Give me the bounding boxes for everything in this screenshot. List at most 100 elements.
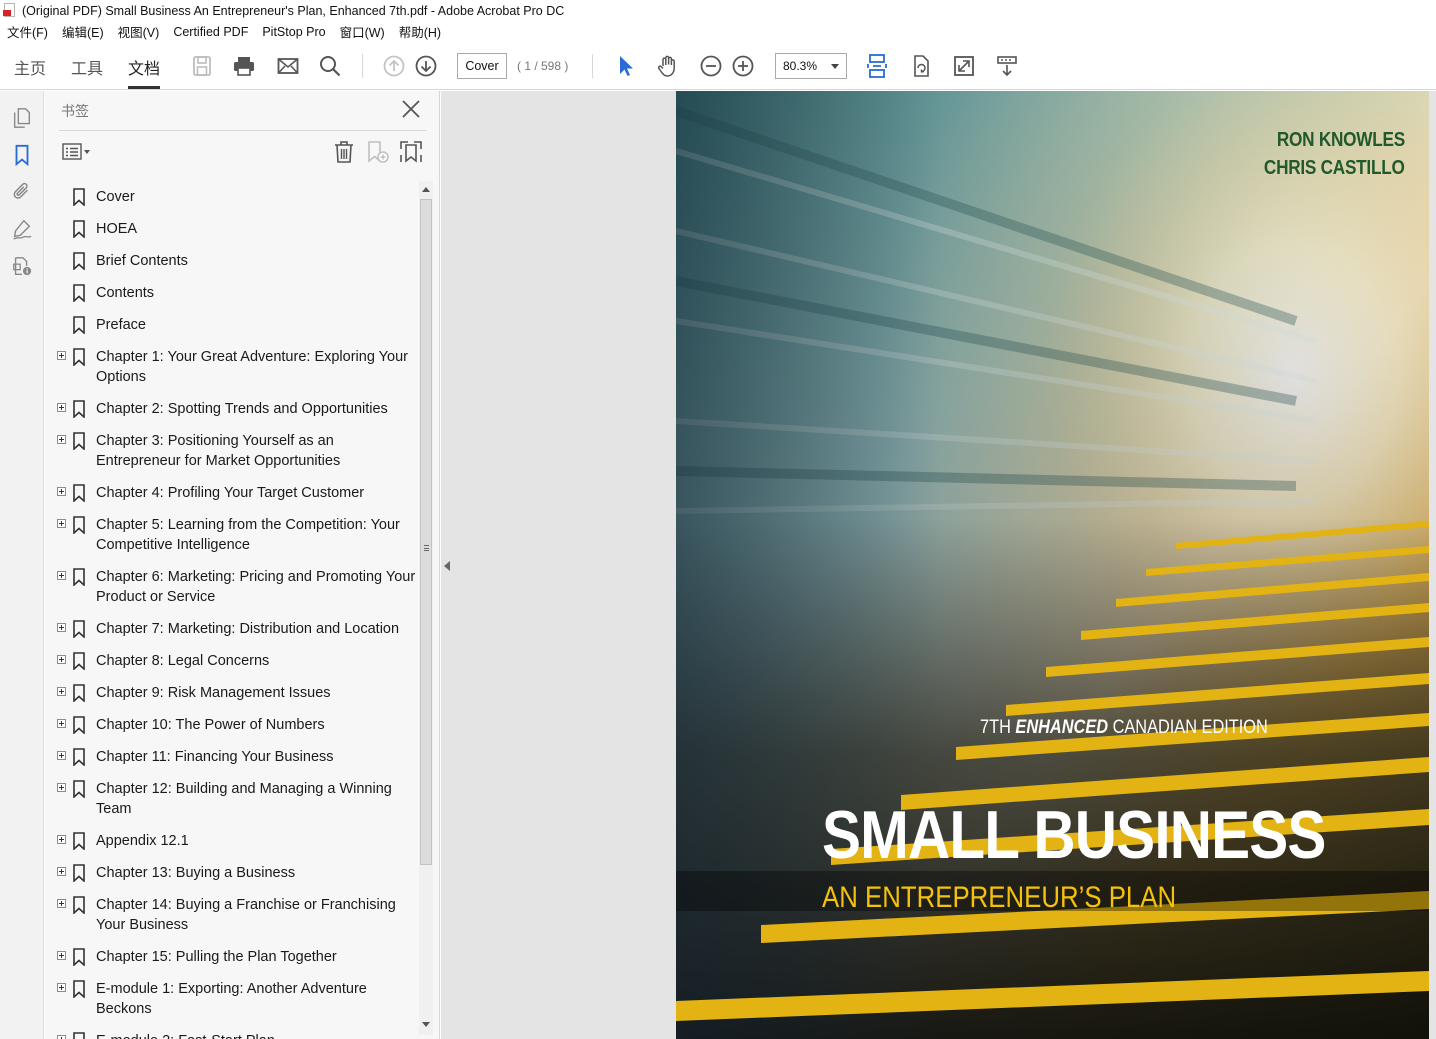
bookmark-item[interactable]: Chapter 2: Spotting Trends and Opportuni… — [55, 393, 417, 425]
signatures-icon[interactable] — [9, 216, 35, 242]
bookmark-item[interactable]: Chapter 1: Your Great Adventure: Explori… — [55, 341, 417, 393]
bookmark-item[interactable]: Chapter 14: Buying a Franchise or Franch… — [55, 889, 417, 941]
next-page-icon[interactable] — [412, 52, 440, 80]
navigation-rail — [0, 91, 44, 1039]
chevron-down-icon — [831, 64, 839, 69]
page-number-input[interactable]: Cover — [457, 53, 507, 79]
bookmark-label: Chapter 4: Profiling Your Target Custome… — [96, 485, 365, 501]
bookmarks-panel-icon[interactable] — [9, 142, 35, 168]
attachments-icon[interactable] — [9, 178, 35, 204]
menu-pitstop-pro[interactable]: PitStop Pro — [255, 25, 332, 39]
menu-view[interactable]: 视图(V) — [111, 22, 167, 41]
bookmark-item[interactable]: Chapter 5: Learning from the Competition… — [55, 509, 417, 561]
expand-plus-icon[interactable] — [57, 519, 66, 528]
bookmark-item[interactable]: Chapter 13: Buying a Business — [55, 857, 417, 889]
expand-plus-icon[interactable] — [57, 655, 66, 664]
menu-certified-pdf[interactable]: Certified PDF — [166, 25, 255, 39]
bookmark-label: Chapter 1: Your Great Adventure: Explori… — [96, 349, 408, 385]
expand-plus-icon[interactable] — [57, 899, 66, 908]
bookmark-item[interactable]: Chapter 10: The Power of Numbers — [55, 709, 417, 741]
new-bookmark-icon[interactable] — [365, 139, 391, 165]
page-thumbnails-icon[interactable] — [9, 105, 35, 131]
expand-plus-icon[interactable] — [57, 751, 66, 760]
menu-help[interactable]: 帮助(H) — [392, 22, 448, 41]
panel-divider — [59, 130, 427, 131]
delete-bookmark-icon[interactable] — [331, 139, 357, 165]
bookmark-icon — [73, 684, 85, 702]
hand-tool-icon[interactable] — [654, 52, 682, 80]
bookmark-item[interactable]: Chapter 4: Profiling Your Target Custome… — [55, 477, 417, 509]
bookmark-item[interactable]: Chapter 6: Marketing: Pricing and Promot… — [55, 561, 417, 613]
expand-plus-icon[interactable] — [57, 1035, 66, 1039]
zoom-in-icon[interactable] — [729, 52, 757, 80]
bookmark-label: Chapter 13: Buying a Business — [96, 865, 296, 881]
scroll-up-arrow[interactable] — [422, 187, 430, 192]
bookmark-item[interactable]: Appendix 12.1 — [55, 825, 417, 857]
bookmark-icon — [73, 220, 85, 238]
bookmark-item[interactable]: E-module 2: Fast-Start Plan — [55, 1025, 417, 1039]
bookmark-item[interactable]: Chapter 9: Risk Management Issues — [55, 677, 417, 709]
collapse-panel-arrow-icon[interactable] — [444, 561, 450, 571]
search-icon[interactable] — [316, 52, 344, 80]
bookmark-item[interactable]: Cover — [55, 181, 417, 213]
bookmark-options-button[interactable] — [61, 141, 93, 163]
scrolling-mode-icon[interactable] — [863, 52, 891, 80]
security-info-icon[interactable] — [9, 253, 35, 279]
bookmark-icon — [73, 484, 85, 502]
email-icon[interactable] — [274, 52, 302, 80]
window-title: (Original PDF) Small Business An Entrepr… — [22, 3, 565, 18]
bookmark-icon — [73, 400, 85, 418]
expand-plus-icon[interactable] — [57, 435, 66, 444]
menu-window[interactable]: 窗口(W) — [333, 22, 392, 41]
tab-tools[interactable]: 工具 — [71, 55, 103, 79]
bookmark-item[interactable]: Chapter 12: Building and Managing a Winn… — [55, 773, 417, 825]
expand-plus-icon[interactable] — [57, 867, 66, 876]
fit-page-icon[interactable] — [950, 52, 978, 80]
bookmark-icon — [73, 348, 85, 366]
expand-plus-icon[interactable] — [57, 623, 66, 632]
edition-emphasis: ENHANCED — [1015, 717, 1109, 738]
bookmark-item[interactable]: Chapter 8: Legal Concerns — [55, 645, 417, 677]
expand-plus-icon[interactable] — [57, 687, 66, 696]
bookmark-item[interactable]: Chapter 7: Marketing: Distribution and L… — [55, 613, 417, 645]
scroll-down-arrow[interactable] — [422, 1022, 430, 1027]
expand-plus-icon[interactable] — [57, 571, 66, 580]
bookmark-item[interactable]: E-module 1: Exporting: Another Adventure… — [55, 973, 417, 1025]
bookmark-label: E-module 1: Exporting: Another Adventure… — [96, 981, 367, 1017]
previous-page-icon[interactable] — [380, 52, 408, 80]
bookmark-item[interactable]: Chapter 3: Positioning Yourself as an En… — [55, 425, 417, 477]
bookmark-label: Chapter 6: Marketing: Pricing and Promot… — [96, 569, 416, 605]
zoom-out-icon[interactable] — [697, 52, 725, 80]
panel-title: 书签 — [61, 103, 89, 119]
select-cursor-icon[interactable] — [612, 52, 640, 80]
bookmark-item[interactable]: Contents — [55, 277, 417, 309]
rotate-view-icon[interactable] — [907, 52, 935, 80]
bookmarks-scrollbar[interactable] — [419, 181, 433, 1035]
bookmark-item[interactable]: Chapter 11: Financing Your Business — [55, 741, 417, 773]
expand-plus-icon[interactable] — [57, 351, 66, 360]
bookmark-item[interactable]: Chapter 15: Pulling the Plan Together — [55, 941, 417, 973]
scrollbar-thumb[interactable] — [420, 199, 432, 865]
bookmark-item[interactable]: HOEA — [55, 213, 417, 245]
expand-plus-icon[interactable] — [57, 719, 66, 728]
expand-plus-icon[interactable] — [57, 487, 66, 496]
page-count: ( 1 / 598 ) — [517, 59, 569, 73]
print-icon[interactable] — [230, 52, 258, 80]
expand-plus-icon[interactable] — [57, 403, 66, 412]
bookmark-item[interactable]: Preface — [55, 309, 417, 341]
save-icon[interactable] — [188, 52, 216, 80]
expand-bookmark-icon[interactable] — [398, 139, 424, 165]
close-icon[interactable] — [401, 99, 421, 119]
expand-plus-icon[interactable] — [57, 951, 66, 960]
menu-edit[interactable]: 编辑(E) — [55, 22, 111, 41]
bookmark-item[interactable]: Brief Contents — [55, 245, 417, 277]
zoom-level-select[interactable]: 80.3% — [775, 53, 847, 79]
bookmark-label: Chapter 7: Marketing: Distribution and L… — [96, 621, 400, 637]
expand-plus-icon[interactable] — [57, 835, 66, 844]
expand-plus-icon[interactable] — [57, 983, 66, 992]
tab-home[interactable]: 主页 — [14, 55, 46, 79]
menu-file[interactable]: 文件(F) — [0, 22, 55, 41]
expand-plus-icon[interactable] — [57, 783, 66, 792]
tab-document[interactable]: 文档 — [128, 55, 160, 79]
read-mode-icon[interactable] — [993, 52, 1021, 80]
